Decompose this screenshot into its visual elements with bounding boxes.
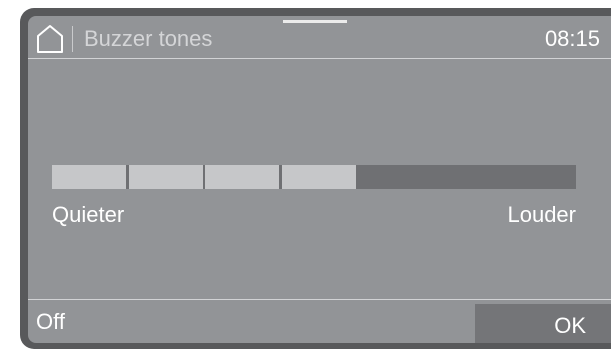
quieter-label: Quieter	[52, 202, 125, 227]
page-title: Buzzer tones	[84, 26, 213, 51]
clock: 08:15	[544, 26, 600, 51]
off-button[interactable]: Off	[28, 300, 474, 343]
header-separator	[72, 26, 73, 52]
volume-segment-filled	[205, 165, 279, 189]
home-button[interactable]	[36, 24, 64, 54]
louder-label: Louder	[507, 202, 576, 227]
display-screen: Buzzer tones 08:15 Quieter Louder Off OK	[28, 16, 611, 343]
volume-bar[interactable]	[52, 165, 576, 189]
off-button-label: Off	[36, 309, 65, 334]
volume-segment-filled	[281, 165, 356, 189]
ok-button[interactable]: OK	[475, 304, 611, 343]
header-divider	[28, 58, 611, 59]
home-icon	[37, 25, 63, 53]
volume-segment-filled	[52, 165, 126, 189]
ok-button-label: OK	[554, 313, 586, 338]
volume-segment-filled	[128, 165, 203, 189]
header-bar: Buzzer tones 08:15	[28, 16, 611, 60]
